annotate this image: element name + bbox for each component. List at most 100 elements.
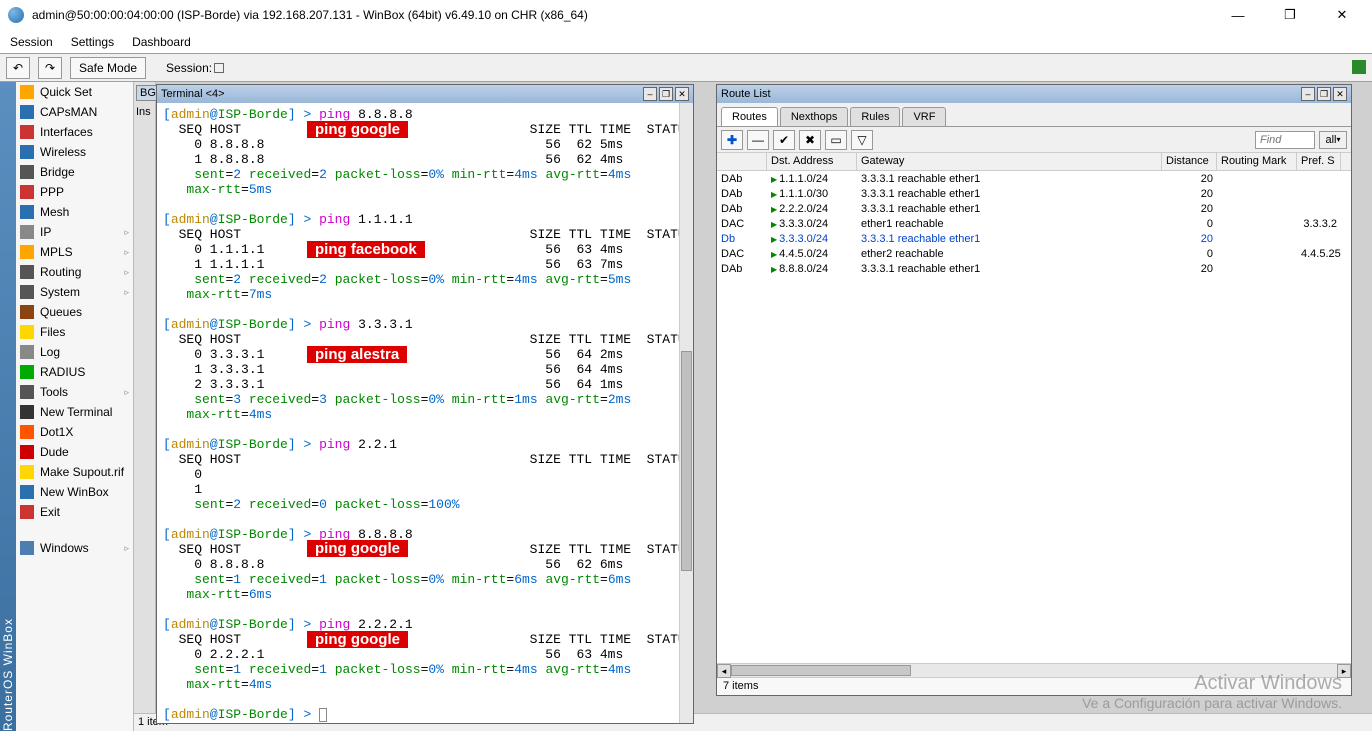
minimize-button[interactable]: [1220, 3, 1256, 27]
terminal-body[interactable]: [admin@ISP-Borde] > ping 8.8.8.8 SEQ HOS…: [157, 103, 693, 723]
sidebar-label: CAPsMAN: [40, 105, 97, 119]
sidebar-item-files[interactable]: Files: [16, 322, 133, 342]
comment-button[interactable]: ▭: [825, 130, 847, 150]
sidebar-item-routing[interactable]: Routing▹: [16, 262, 133, 282]
sidebar-item-quick-set[interactable]: Quick Set: [16, 82, 133, 102]
app-icon: [8, 7, 24, 23]
all-dropdown[interactable]: all ▾: [1319, 131, 1347, 149]
routelist-titlebar[interactable]: Route List – ❐ ✕: [717, 85, 1351, 103]
sidebar-item-interfaces[interactable]: Interfaces: [16, 122, 133, 142]
annotation-label: ping google: [307, 631, 408, 648]
route-row[interactable]: DAC▶4.4.5.0/24ether2 reachable04.4.5.254: [717, 246, 1351, 261]
safe-mode-button[interactable]: Safe Mode: [70, 57, 146, 79]
route-row[interactable]: DAC▶3.3.3.0/24ether1 reachable03.3.3.2: [717, 216, 1351, 231]
menubar: Session Settings Dashboard: [0, 30, 1372, 54]
close-button[interactable]: [1324, 3, 1360, 27]
submenu-arrow-icon: ▹: [124, 227, 129, 238]
sidebar-icon: [20, 505, 34, 519]
sidebar-item-new-winbox[interactable]: New WinBox: [16, 482, 133, 502]
sidebar-item-dot1x[interactable]: Dot1X: [16, 422, 133, 442]
tab-vrf[interactable]: VRF: [902, 107, 946, 126]
scroll-left-button[interactable]: ◂: [717, 664, 731, 678]
terminal-close-button[interactable]: ✕: [675, 87, 689, 101]
sidebar-label: Interfaces: [40, 125, 93, 139]
enable-button[interactable]: ✔: [773, 130, 795, 150]
menu-settings[interactable]: Settings: [71, 35, 114, 49]
sidebar-item-bridge[interactable]: Bridge: [16, 162, 133, 182]
routelist-min-button[interactable]: –: [1301, 87, 1315, 101]
hscroll-thumb[interactable]: [731, 665, 911, 676]
sidebar-icon: [20, 105, 34, 119]
sidebar-item-capsman[interactable]: CAPsMAN: [16, 102, 133, 122]
scroll-right-button[interactable]: ▸: [1337, 664, 1351, 678]
sidebar-label: Dude: [40, 445, 69, 459]
session-label: Session:: [166, 61, 224, 75]
toolbar: Safe Mode Session:: [0, 54, 1372, 82]
undo-button[interactable]: [6, 57, 30, 79]
sidebar-item-radius[interactable]: RADIUS: [16, 362, 133, 382]
filter-button[interactable]: ▽: [851, 130, 873, 150]
disable-button[interactable]: ✖: [799, 130, 821, 150]
session-checkbox[interactable]: [214, 63, 224, 73]
routelist-window: Route List – ❐ ✕ RoutesNexthopsRulesVRF …: [716, 84, 1352, 696]
annotation-label: ping google: [307, 121, 408, 138]
sidebar-item-new-terminal[interactable]: New Terminal: [16, 402, 133, 422]
sidebar-item-ppp[interactable]: PPP: [16, 182, 133, 202]
maximize-button[interactable]: [1272, 3, 1308, 27]
menu-session[interactable]: Session: [10, 35, 53, 49]
sidebar-label: System: [40, 285, 80, 299]
status-indicator-icon: [1352, 60, 1366, 74]
terminal-titlebar[interactable]: Terminal <4> – ❐ ✕: [157, 85, 693, 103]
left-rail: RouterOS WinBox: [0, 82, 16, 731]
sidebar-item-exit[interactable]: Exit: [16, 502, 133, 522]
sidebar-icon: [20, 205, 34, 219]
sidebar-label: Quick Set: [40, 85, 92, 99]
sidebar-item-dude[interactable]: Dude: [16, 442, 133, 462]
sidebar-item-ip[interactable]: IP▹: [16, 222, 133, 242]
sidebar-icon: [20, 285, 34, 299]
terminal-min-button[interactable]: –: [643, 87, 657, 101]
sidebar-item-tools[interactable]: Tools▹: [16, 382, 133, 402]
sidebar-icon: [20, 445, 34, 459]
route-row[interactable]: DAb▶8.8.8.0/243.3.3.1 reachable ether120: [717, 261, 1351, 276]
sidebar-item-system[interactable]: System▹: [16, 282, 133, 302]
sidebar-label: New Terminal: [40, 405, 112, 419]
sidebar-item-mesh[interactable]: Mesh: [16, 202, 133, 222]
find-input[interactable]: [1255, 131, 1315, 149]
tab-rules[interactable]: Rules: [850, 107, 900, 126]
sidebar-item-wireless[interactable]: Wireless: [16, 142, 133, 162]
sidebar-icon: [20, 265, 34, 279]
sidebar-item-log[interactable]: Log: [16, 342, 133, 362]
sidebar-item-windows[interactable]: Windows▹: [16, 538, 133, 558]
sidebar-icon: [20, 165, 34, 179]
remove-button[interactable]: —: [747, 130, 769, 150]
route-hscrollbar[interactable]: ◂ ▸: [717, 663, 1351, 677]
terminal-max-button[interactable]: ❐: [659, 87, 673, 101]
route-row[interactable]: DAb▶1.1.1.0/243.3.3.1 reachable ether120: [717, 171, 1351, 186]
annotation-label: ping facebook: [307, 241, 425, 258]
route-row[interactable]: DAb▶2.2.2.0/243.3.3.1 reachable ether120: [717, 201, 1351, 216]
sidebar-label: Log: [40, 345, 60, 359]
route-row[interactable]: Db▶3.3.3.0/243.3.3.1 reachable ether120: [717, 231, 1351, 246]
menu-dashboard[interactable]: Dashboard: [132, 35, 191, 49]
submenu-arrow-icon: ▹: [124, 543, 129, 554]
sidebar-icon: [20, 541, 34, 555]
scrollbar-thumb[interactable]: [681, 351, 692, 571]
sidebar-item-make-supout.rif[interactable]: Make Supout.rif: [16, 462, 133, 482]
sidebar-icon: [20, 145, 34, 159]
route-row[interactable]: DAb▶1.1.1.0/303.3.3.1 reachable ether120: [717, 186, 1351, 201]
sidebar-item-mpls[interactable]: MPLS▹: [16, 242, 133, 262]
routelist-title: Route List: [721, 88, 771, 100]
tab-nexthops[interactable]: Nexthops: [780, 107, 848, 126]
tab-routes[interactable]: Routes: [721, 107, 778, 126]
redo-button[interactable]: [38, 57, 62, 79]
terminal-scrollbar[interactable]: [679, 103, 693, 723]
sidebar-label: RADIUS: [40, 365, 85, 379]
sidebar-item-queues[interactable]: Queues: [16, 302, 133, 322]
routelist-max-button[interactable]: ❐: [1317, 87, 1331, 101]
routelist-tabs: RoutesNexthopsRulesVRF: [717, 103, 1351, 127]
routelist-close-button[interactable]: ✕: [1333, 87, 1347, 101]
add-button[interactable]: ✚: [721, 130, 743, 150]
route-table-header[interactable]: Dst. Address Gateway Distance Routing Ma…: [717, 153, 1351, 171]
sidebar-label: Queues: [40, 305, 82, 319]
